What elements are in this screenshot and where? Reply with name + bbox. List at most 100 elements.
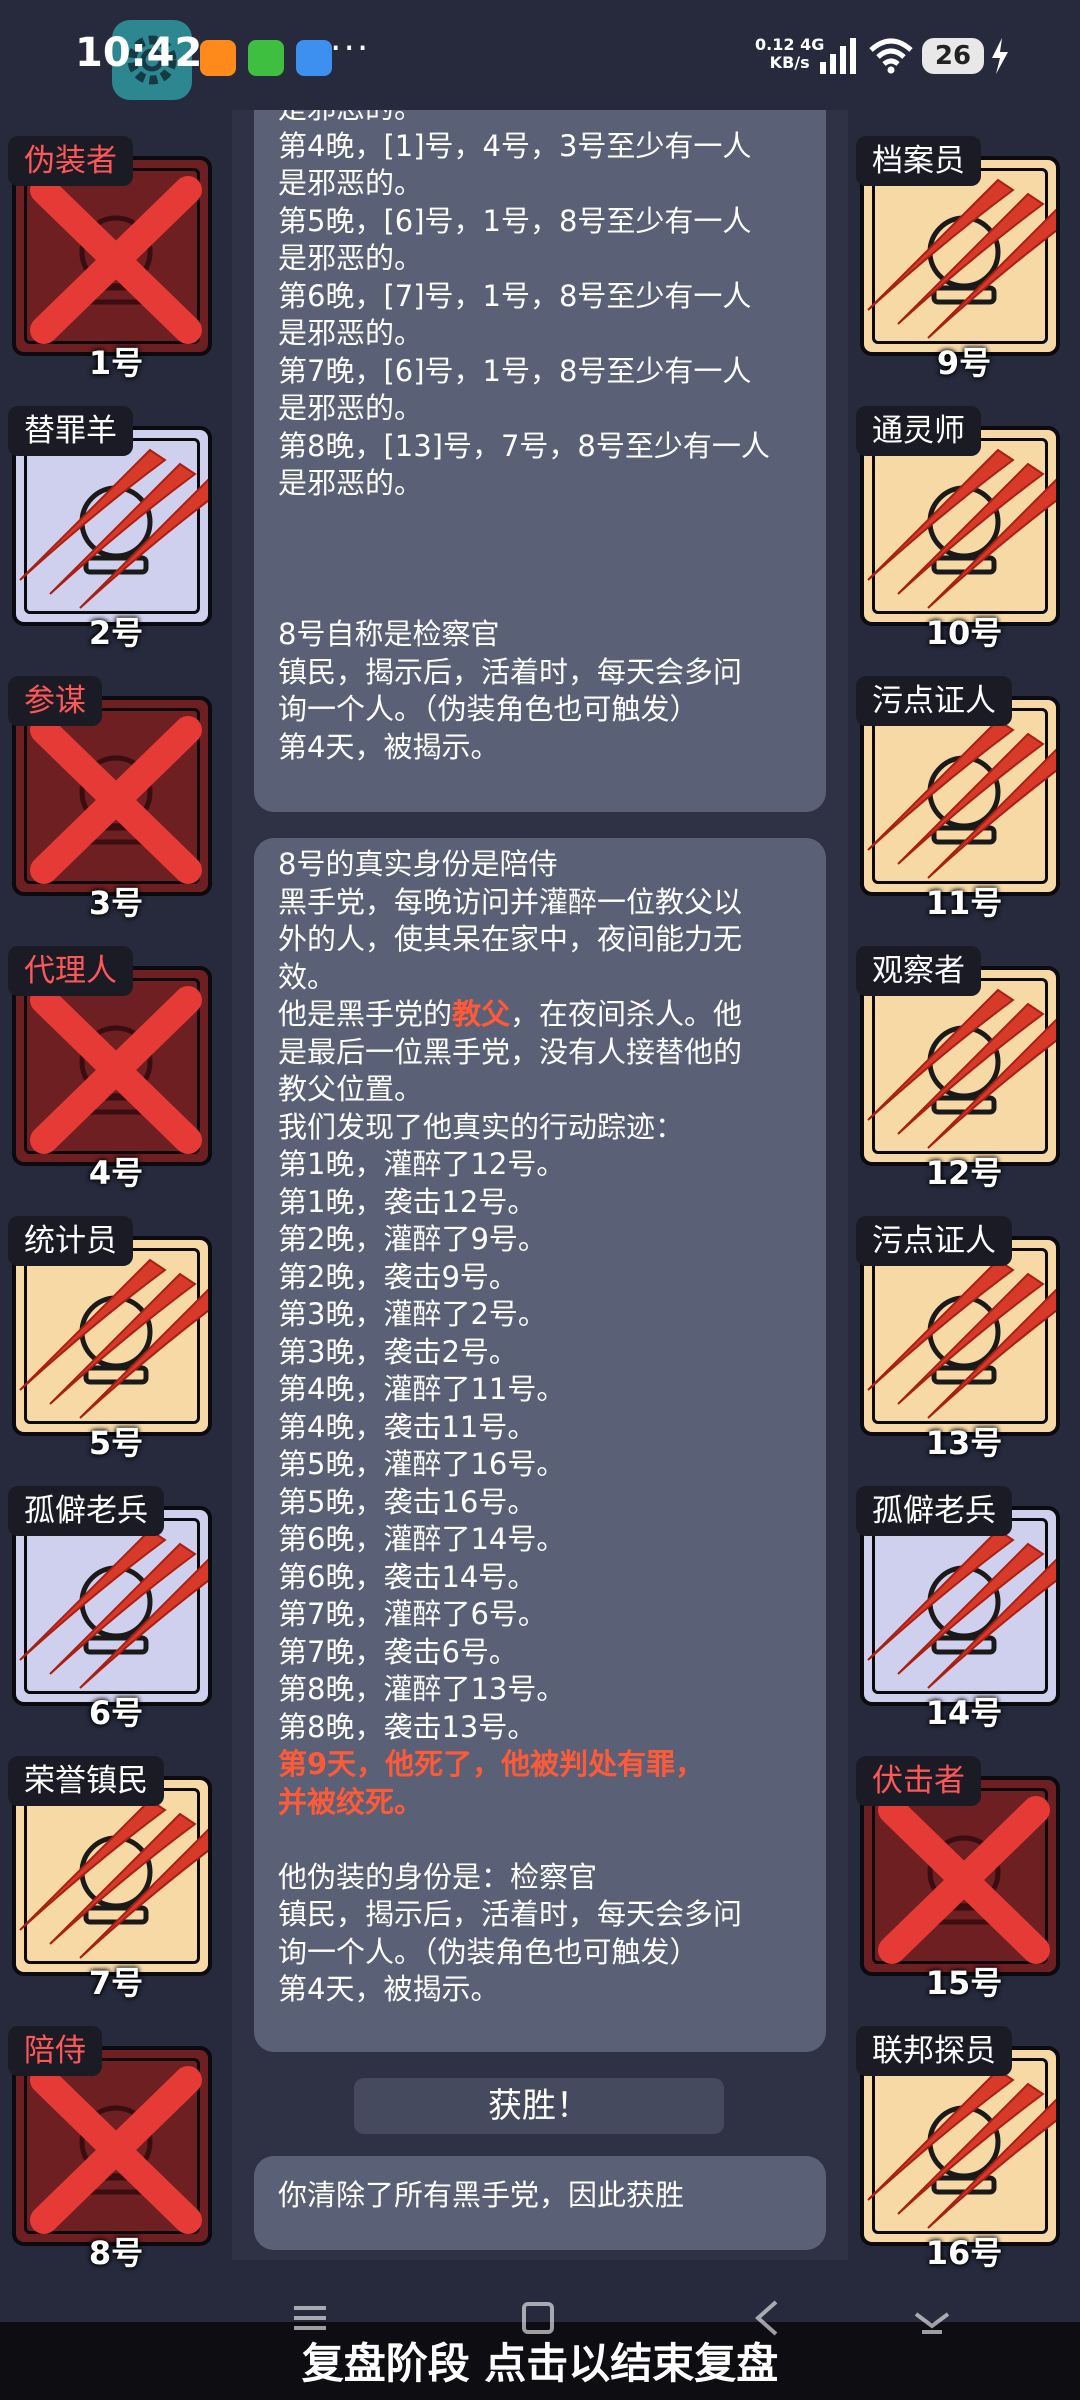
role-label: 陪侍 — [8, 2026, 102, 2076]
player-seat[interactable]: 参谋 3号 — [8, 676, 220, 922]
seat-number: 3号 — [88, 884, 144, 922]
clue-lines: 是邪恶的。第4晚，[1]号，4号，3号至少有一人是邪恶的。第5晚，[6]号，1号… — [278, 110, 802, 503]
seat-number: 11号 — [925, 884, 1003, 922]
log-line: 第8晚，[13]号，7号，8号至少有一人 — [278, 428, 770, 463]
role-card — [860, 156, 1060, 356]
log-line: 教父位置。 — [278, 1072, 424, 1106]
log-line: 是邪恶的。 — [278, 241, 424, 275]
reveal-lines-role: 8号的真实身份是陪侍 黑手党，每晚访问并灌醉一位教父以 外的人，使其呆在家中，夜间能… — [278, 846, 802, 996]
role-label: 档案员 — [856, 136, 981, 186]
claw-slash-icon — [867, 178, 1056, 339]
status-bar: 10:42 ··· 0.12 4G KB/s 26 — [0, 0, 1080, 110]
log-line: 是邪恶的。 — [278, 316, 424, 350]
log-message-claim: 8号自称是检察官 镇民，揭示后，活着时，每天会多问 询一个人。（伪装角色也可触发）第… — [254, 608, 826, 812]
more-notifications-icon: ··· — [330, 28, 371, 69]
log-line: 他伪装的身份是：检察官 — [278, 1859, 598, 1894]
claw-slash-icon — [19, 448, 208, 609]
log-line: 第6晚，灌醉了14号。 — [278, 1522, 566, 1556]
log-line: 第4晚，[1]号，4号，3号至少有一人 — [278, 128, 752, 163]
battery-level: 26 — [922, 38, 984, 74]
log-line: 第3晚，灌醉了2号。 — [278, 1297, 547, 1331]
disguise-lines: 他伪装的身份是：检察官 镇民，揭示后，活着时，每天会多问 询一个人。（伪装角色也可触… — [278, 1821, 802, 2009]
claw-slash-icon — [867, 988, 1056, 1149]
log-line: 第8晚，灌醉了13号。 — [278, 1672, 566, 1706]
death-lines: 第9天，他死了，他被判处有罪， 并被绞死。 — [278, 1746, 802, 1821]
eliminated-x-icon — [30, 2066, 202, 2234]
log-line: 第6晚，袭击14号。 — [278, 1559, 537, 1594]
role-card — [860, 966, 1060, 1166]
log-line: 第2晚，灌醉了9号。 — [278, 1222, 547, 1256]
player-seat[interactable]: 伏击者 15号 — [856, 1756, 1068, 2002]
player-seat[interactable]: 观察者 12号 — [856, 946, 1068, 1192]
log-line: 是邪恶的。 — [278, 166, 424, 200]
clock: 10:42 — [75, 30, 203, 76]
seat-number: 5号 — [88, 1424, 144, 1462]
role-card — [860, 1236, 1060, 1436]
log-line: 询一个人。（伪装角色也可触发） — [278, 692, 699, 726]
home-nav-icon[interactable] — [518, 2300, 558, 2336]
claw-slash-icon — [19, 1528, 208, 1689]
log-line: 镇民，揭示后，活着时，每天会多问 — [278, 654, 743, 689]
seat-number: 14号 — [925, 1694, 1003, 1732]
role-card — [860, 426, 1060, 626]
role-label: 孤僻老兵 — [8, 1486, 164, 1536]
claw-slash-icon — [867, 1528, 1056, 1689]
role-card — [12, 1236, 212, 1436]
role-card — [12, 156, 212, 356]
log-message-victory-reason: 你清除了所有黑手党，因此获胜 — [254, 2156, 826, 2250]
claw-slash-icon — [19, 1798, 208, 1959]
role-card — [12, 426, 212, 626]
log-line: 镇民，揭示后，活着时，每天会多问 — [278, 1897, 743, 1931]
claim-lines: 8号自称是检察官 镇民，揭示后，活着时，每天会多问 询一个人。（伪装角色也可触发）第… — [278, 616, 802, 766]
claw-slash-icon — [867, 718, 1056, 879]
log-line: 第1晚，袭击12号。 — [278, 1184, 537, 1219]
reveal-lines-actions: 是最后一位黑手党，没有人接替他的 教父位置。 我们发现了他真实的行动踪迹： 第1晚，灌… — [278, 1034, 802, 1747]
player-seat[interactable]: 联邦探员 16号 — [856, 2026, 1068, 2272]
role-card — [860, 2046, 1060, 2246]
role-label: 孤僻老兵 — [856, 1486, 1012, 1536]
player-seat[interactable]: 荣誉镇民 7号 — [8, 1756, 220, 2002]
claw-slash-icon — [867, 448, 1056, 609]
log-line: 第5晚，[6]号，1号，8号至少有一人 — [278, 203, 752, 238]
player-seat[interactable]: 替罪羊 2号 — [8, 406, 220, 652]
log-line: 第9天，他死了，他被判处有罪， — [278, 1747, 705, 1781]
seat-number: 16号 — [925, 2234, 1003, 2272]
charging-bolt-icon — [992, 38, 1008, 74]
review-log-panel[interactable]: 是邪恶的。第4晚，[1]号，4号，3号至少有一人是邪恶的。第5晚，[6]号，1号… — [232, 110, 848, 2260]
log-line: 第4天，被揭示。 — [278, 1972, 500, 2006]
player-seat[interactable]: 污点证人 11号 — [856, 676, 1068, 922]
role-label: 污点证人 — [856, 676, 1012, 726]
log-line: 第7晚，灌醉了6号。 — [278, 1597, 547, 1631]
eliminated-x-icon — [30, 176, 202, 344]
log-line: 是邪恶的。 — [278, 391, 424, 425]
role-label: 参谋 — [8, 676, 102, 726]
signal-icon — [820, 38, 856, 74]
player-seat[interactable]: 档案员 9号 — [856, 136, 1068, 382]
player-seat[interactable]: 孤僻老兵 6号 — [8, 1486, 220, 1732]
log-line: 第4晚，灌醉了11号。 — [278, 1372, 566, 1406]
log-line: 是最后一位黑手党，没有人接替他的 — [278, 1034, 743, 1069]
godfather-line: 他是黑手党的教父，在夜间杀人。他 — [278, 997, 743, 1031]
role-card — [12, 1776, 212, 1976]
eliminated-x-icon — [30, 716, 202, 884]
player-seat[interactable]: 伪装者 1号 — [8, 136, 220, 382]
player-seat[interactable]: 统计员 5号 — [8, 1216, 220, 1462]
assistant-nav-icon[interactable] — [912, 2300, 952, 2340]
menu-nav-icon[interactable] — [290, 2300, 330, 2336]
seat-number: 15号 — [925, 1964, 1003, 2002]
player-seat[interactable]: 代理人 4号 — [8, 946, 220, 1192]
role-label: 统计员 — [8, 1216, 133, 1266]
player-seat[interactable]: 污点证人 13号 — [856, 1216, 1068, 1462]
player-seat[interactable]: 孤僻老兵 14号 — [856, 1486, 1068, 1732]
seat-number: 13号 — [925, 1424, 1003, 1462]
seat-number: 9号 — [936, 344, 992, 382]
log-line: 8号自称是检察官 — [278, 617, 500, 651]
seat-number: 12号 — [925, 1154, 1003, 1192]
player-seat[interactable]: 陪侍 8号 — [8, 2026, 220, 2272]
back-nav-icon[interactable] — [748, 2300, 788, 2336]
seat-number: 1号 — [88, 344, 144, 382]
role-label: 伏击者 — [856, 1756, 981, 1806]
player-seat[interactable]: 通灵师 10号 — [856, 406, 1068, 652]
role-card — [860, 1776, 1060, 1976]
log-message-reveal: 8号的真实身份是陪侍 黑手党，每晚访问并灌醉一位教父以 外的人，使其呆在家中，夜间能… — [254, 838, 826, 2052]
